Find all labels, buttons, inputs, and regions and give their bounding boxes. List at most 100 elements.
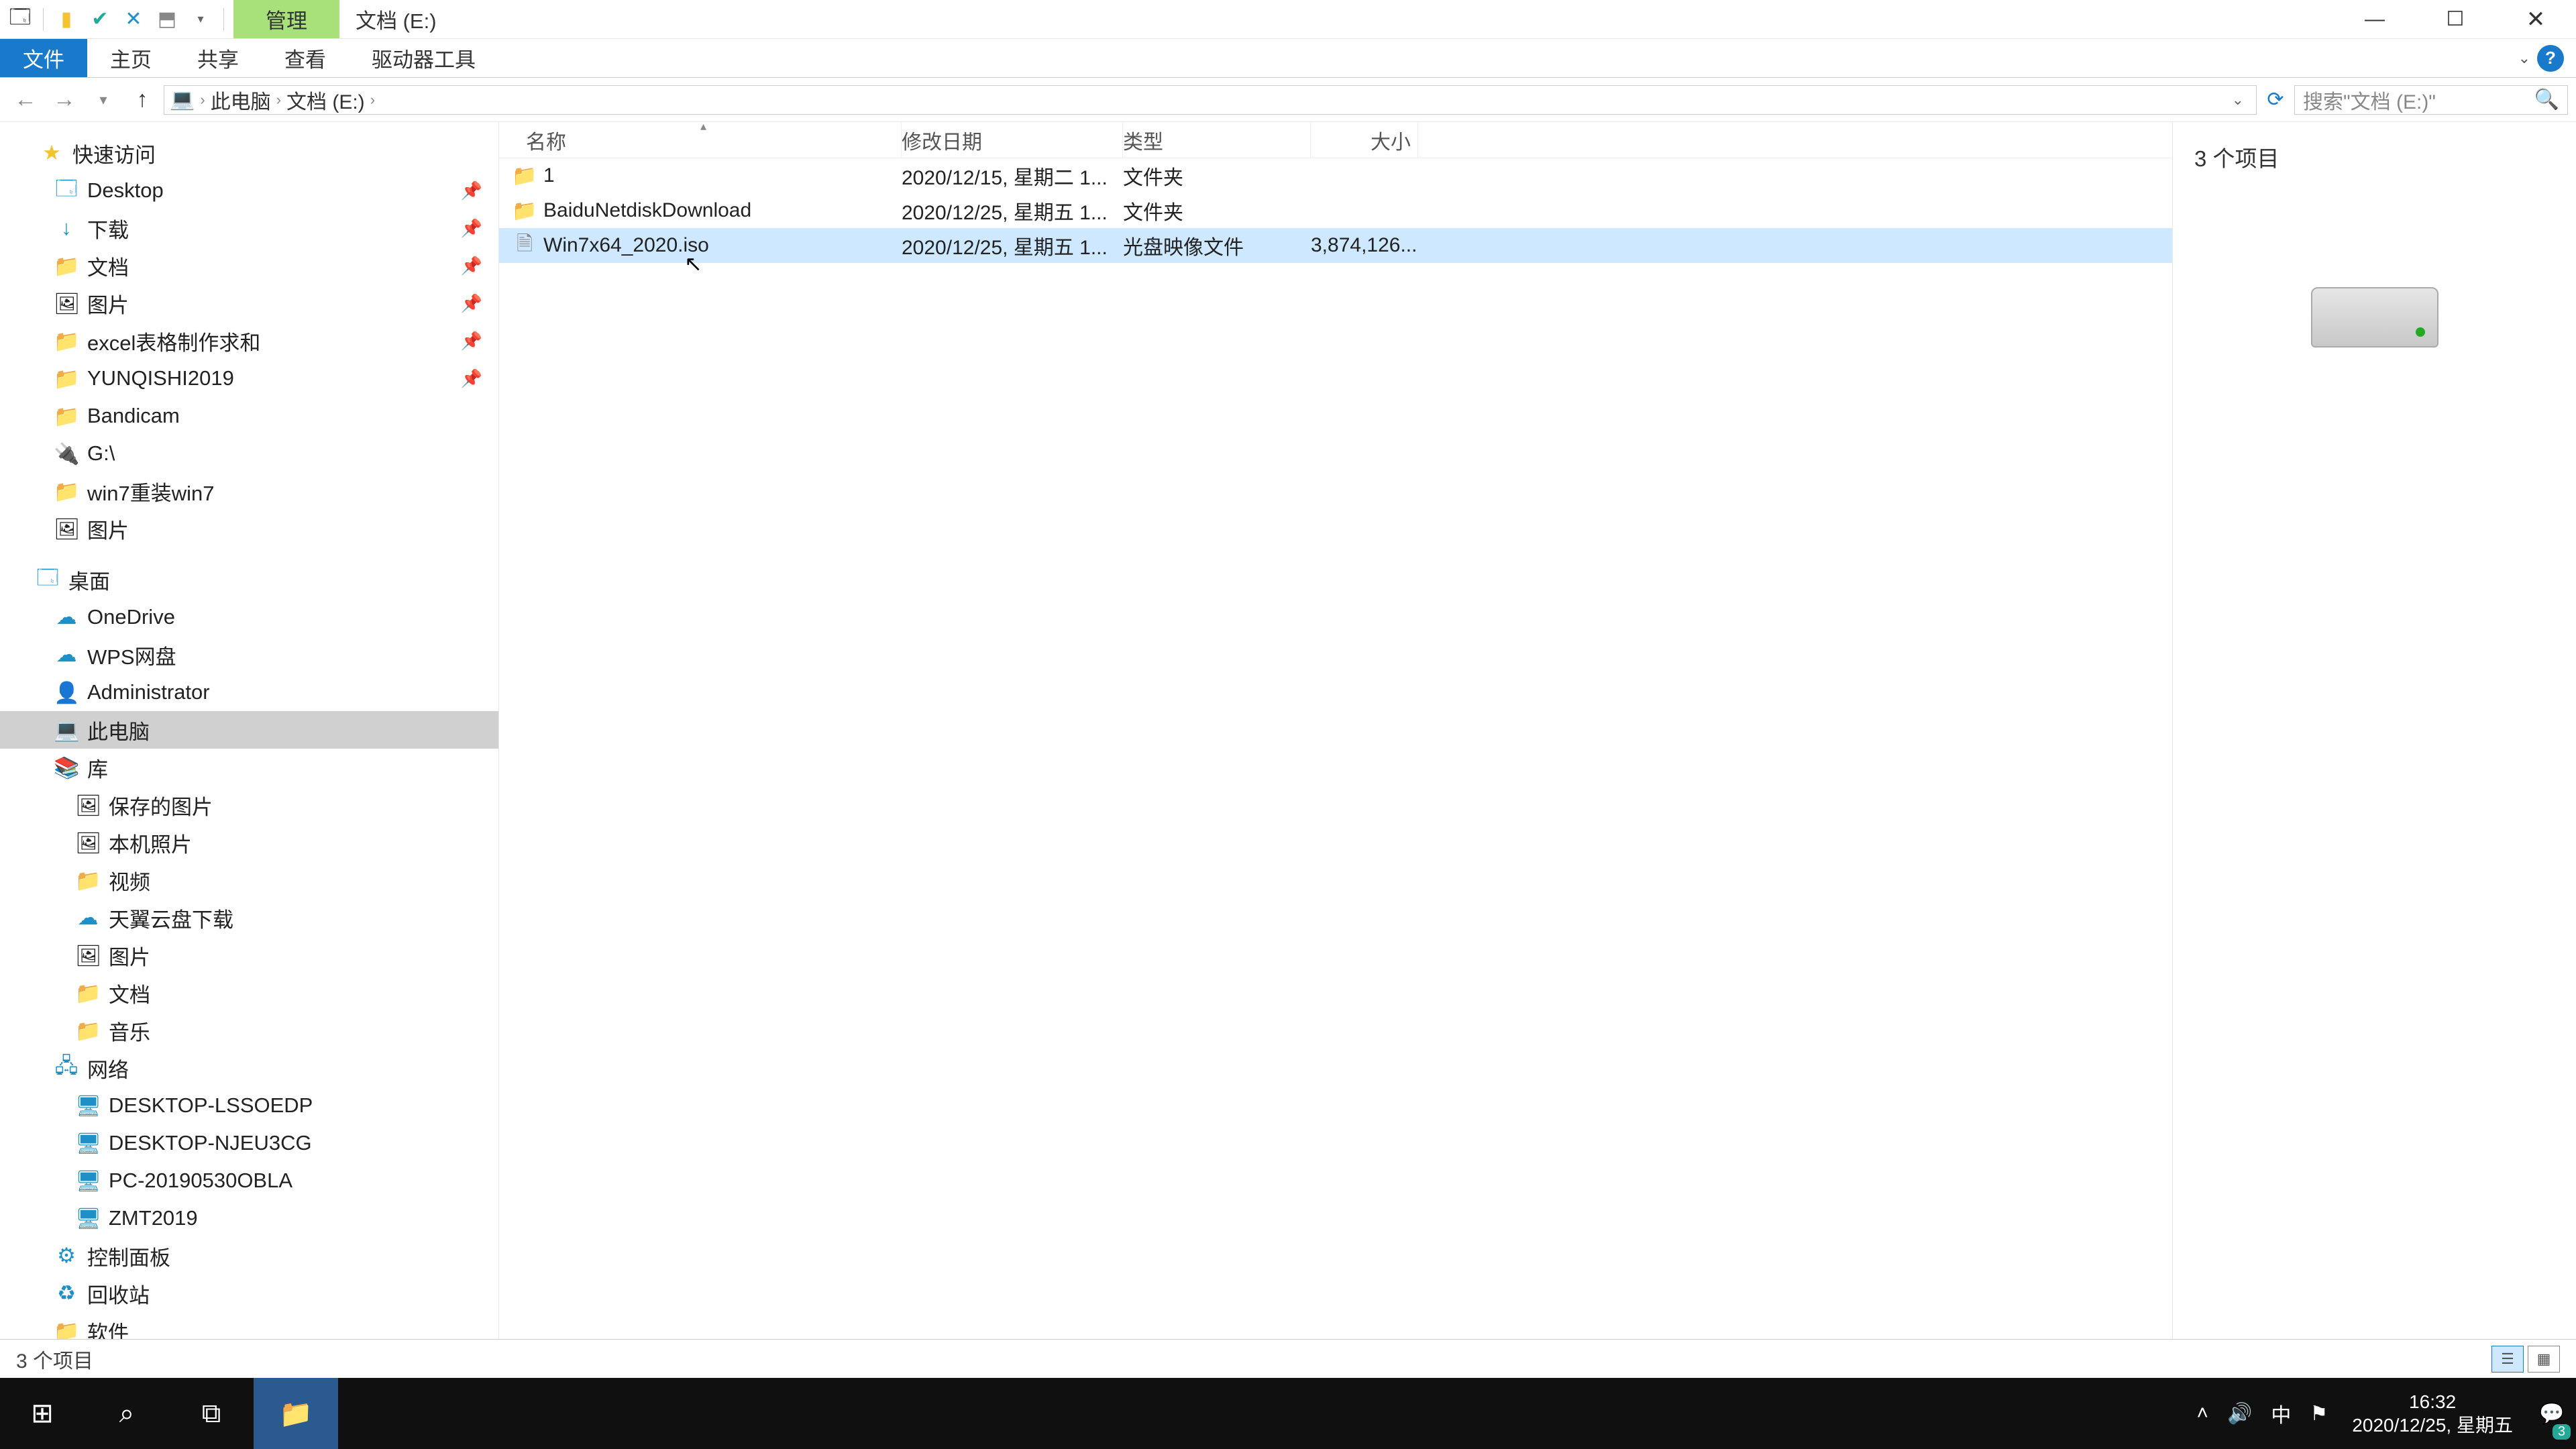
nav-label: Bandicam	[87, 404, 180, 428]
nav-recent-dropdown[interactable]: ▾	[86, 78, 121, 121]
column-name[interactable]: 名称 ▴	[499, 122, 902, 158]
nav-network-item[interactable]: ZMT2019	[0, 1199, 498, 1237]
nav-desktop-item[interactable]: 此电脑	[0, 711, 498, 749]
nav-network-item[interactable]: PC-20190530OBLA	[0, 1162, 498, 1199]
maximize-button[interactable]: ☐	[2415, 0, 2496, 38]
folder-ic-icon	[54, 254, 79, 278]
breadcrumb[interactable]: 此电脑	[211, 85, 271, 115]
qat-open-folder-icon[interactable]: ▮	[52, 0, 81, 38]
security-icon[interactable]: ⚑	[2310, 1402, 2328, 1426]
nav-library-item[interactable]: 本机照片	[0, 824, 498, 861]
refresh-button[interactable]: ⟳	[2261, 88, 2290, 111]
qat-dropdown-icon[interactable]: ▾	[186, 0, 215, 38]
nav-extra-item[interactable]: 控制面板	[0, 1237, 498, 1275]
tab-home[interactable]: 主页	[87, 39, 174, 77]
tab-view[interactable]: 查看	[262, 39, 349, 77]
taskbar-clock[interactable]: 16:32 2020/12/25, 星期五	[2337, 1390, 2528, 1437]
nav-library-item[interactable]: 音乐	[0, 1012, 498, 1049]
address-row: ← → ▾ ↑ › 此电脑 › 文档 (E:) › ⌄ ⟳ 搜索"文档 (E:)…	[0, 78, 2576, 122]
nav-quick-access[interactable]: 快速访问	[0, 134, 498, 172]
nav-label: 回收站	[87, 1279, 150, 1309]
address-dropdown-icon[interactable]: ⌄	[2225, 91, 2251, 109]
task-view-button[interactable]: ⧉	[169, 1378, 254, 1449]
nav-label: 快速访问	[72, 138, 156, 168]
nav-extra-item[interactable]: 回收站	[0, 1275, 498, 1312]
nav-quick-item[interactable]: 下载 📌	[0, 209, 498, 247]
nav-quick-item[interactable]: win7重装win7	[0, 472, 498, 510]
nav-library-item[interactable]: 图片	[0, 936, 498, 974]
nav-library-item[interactable]: 天翼云盘下载	[0, 899, 498, 936]
column-date[interactable]: 修改日期	[902, 122, 1123, 158]
nav-library-item[interactable]: 保存的图片	[0, 786, 498, 824]
breadcrumb[interactable]: 文档 (E:)	[286, 85, 365, 115]
close-button[interactable]: ✕	[2496, 0, 2576, 38]
nav-label: OneDrive	[87, 605, 175, 629]
drive-icon	[2311, 287, 2438, 347]
nav-quick-item[interactable]: 图片	[0, 510, 498, 547]
taskbar-explorer-button[interactable]	[254, 1378, 338, 1449]
search-input[interactable]: 搜索"文档 (E:)" 🔍	[2294, 85, 2568, 115]
file-row[interactable]: Win7x64_2020.iso 2020/12/25, 星期五 1... 光盘…	[499, 228, 2172, 263]
nav-network-item[interactable]: DESKTOP-NJEU3CG	[0, 1124, 498, 1162]
nav-forward-button[interactable]: →	[47, 78, 82, 121]
file-row[interactable]: 1 2020/12/15, 星期二 1... 文件夹	[499, 158, 2172, 193]
cloud-ic-icon	[54, 643, 79, 667]
ime-indicator[interactable]: 中	[2271, 1399, 2291, 1428]
qat-properties-icon[interactable]: ⬒	[152, 0, 182, 38]
taskbar-search-button[interactable]: ⌕	[85, 1378, 169, 1449]
nav-label: 网络	[87, 1053, 129, 1083]
contextual-tab-manage[interactable]: 管理	[233, 0, 339, 38]
nav-back-button[interactable]: ←	[8, 78, 43, 121]
nav-quick-item[interactable]: YUNQISHI2019 📌	[0, 360, 498, 397]
tray-overflow-icon[interactable]: ˄	[2197, 1402, 2209, 1425]
nav-label: 保存的图片	[109, 790, 213, 820]
nav-library-item[interactable]: 文档	[0, 974, 498, 1012]
ribbon-collapse-icon[interactable]: ⌄	[2518, 50, 2530, 67]
column-type[interactable]: 类型	[1123, 122, 1311, 158]
nav-network-item[interactable]: DESKTOP-LSSOEDP	[0, 1087, 498, 1124]
qat-checkmark-icon[interactable]: ✔	[85, 0, 115, 38]
tab-file[interactable]: 文件	[0, 39, 87, 77]
nav-up-button[interactable]: ↑	[125, 78, 160, 121]
minimize-button[interactable]: —	[2334, 0, 2415, 38]
search-icon[interactable]: 🔍	[2534, 88, 2559, 111]
nav-desktop-item[interactable]: Administrator	[0, 674, 498, 711]
nav-quick-item[interactable]: excel表格制作求和 📌	[0, 322, 498, 360]
qat-close-icon[interactable]: ✕	[119, 0, 148, 38]
nav-quick-item[interactable]: Bandicam	[0, 397, 498, 435]
file-row[interactable]: BaiduNetdiskDownload 2020/12/25, 星期五 1..…	[499, 193, 2172, 228]
address-bar[interactable]: › 此电脑 › 文档 (E:) › ⌄	[164, 85, 2257, 115]
nav-network[interactable]: 网络	[0, 1049, 498, 1087]
column-headers: 名称 ▴ 修改日期 类型 大小	[499, 122, 2172, 158]
nav-quick-item[interactable]: Desktop 📌	[0, 172, 498, 209]
nav-quick-item[interactable]: G:\	[0, 435, 498, 472]
chevron-right-icon[interactable]: ›	[370, 91, 375, 109]
clock-date: 2020/12/25, 星期五	[2352, 1413, 2513, 1437]
column-size[interactable]: 大小	[1311, 122, 1418, 158]
nav-library-item[interactable]: 视频	[0, 861, 498, 899]
nav-quick-item[interactable]: 文档 📌	[0, 247, 498, 284]
nav-quick-item[interactable]: 图片 📌	[0, 284, 498, 322]
nav-label: G:\	[87, 441, 115, 466]
volume-icon[interactable]: 🔊	[2227, 1402, 2252, 1426]
chevron-right-icon[interactable]: ›	[276, 91, 281, 109]
folder-ic-icon	[54, 366, 79, 391]
file-name: 1	[543, 164, 902, 187]
start-button[interactable]: ⊞	[0, 1378, 85, 1449]
view-icons-button[interactable]: ▦	[2528, 1346, 2560, 1373]
nav-desktop-item[interactable]: WPS网盘	[0, 636, 498, 674]
nav-desktop-root[interactable]: 桌面	[0, 561, 498, 598]
nav-desktop-item[interactable]: OneDrive	[0, 598, 498, 636]
nav-label: Desktop	[87, 178, 164, 203]
nav-label: 软件	[87, 1316, 129, 1340]
action-center-button[interactable]: 💬3	[2528, 1378, 2576, 1449]
help-icon[interactable]: ?	[2537, 45, 2564, 72]
view-details-button[interactable]: ☰	[2491, 1346, 2524, 1373]
chevron-right-icon[interactable]: ›	[200, 91, 205, 109]
nav-extra-item[interactable]: 软件	[0, 1312, 498, 1339]
tab-share[interactable]: 共享	[174, 39, 262, 77]
file-type: 文件夹	[1123, 196, 1311, 225]
nav-desktop-item[interactable]: 库	[0, 749, 498, 786]
nav-label: Administrator	[87, 680, 210, 704]
tab-drive-tools[interactable]: 驱动器工具	[349, 39, 498, 77]
